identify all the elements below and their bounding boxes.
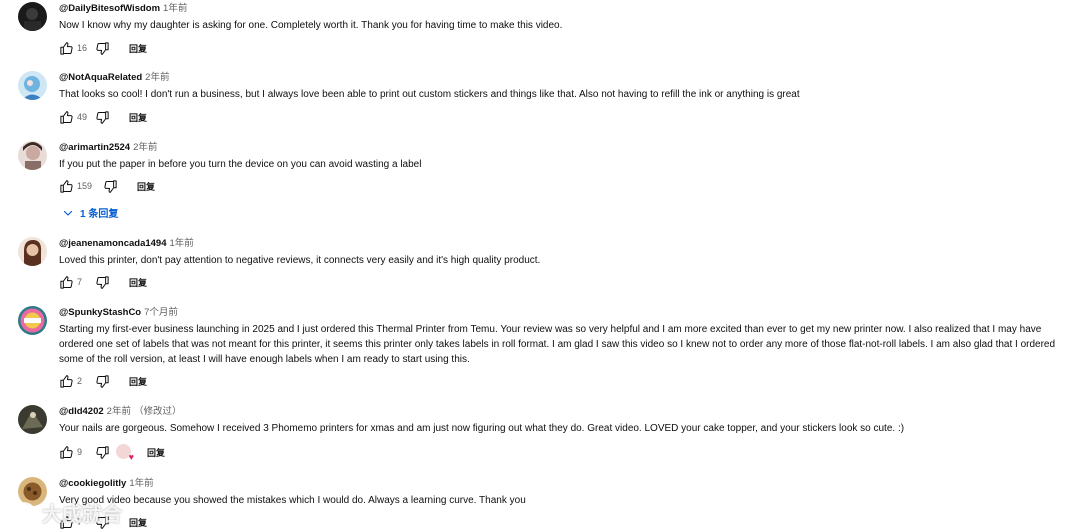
thumbs-up-icon[interactable] <box>59 179 74 194</box>
avatar[interactable] <box>18 141 47 170</box>
creator-heart-badge: ♥ <box>116 443 134 462</box>
comment-time[interactable]: 1年前 <box>129 478 153 489</box>
comment-time[interactable]: 7个月前 <box>144 307 178 318</box>
comment-author[interactable]: @arimartin2524 <box>59 142 130 153</box>
avatar[interactable] <box>18 405 47 434</box>
reply-button[interactable]: 回复 <box>129 276 147 289</box>
thumbs-down-icon[interactable] <box>95 41 110 56</box>
comment-time[interactable]: 2年前 <box>133 142 157 153</box>
edited-label: （修改过） <box>133 406 182 417</box>
like-count: 7 <box>77 277 83 287</box>
thumbs-down-icon[interactable] <box>95 110 110 125</box>
comment-text: Starting my first-ever business launchin… <box>59 324 1056 365</box>
avatar[interactable] <box>18 237 47 266</box>
thumbs-down-icon[interactable] <box>95 445 110 460</box>
comment-text: If you put the paper in before you turn … <box>59 159 422 170</box>
comment-time[interactable]: 2年前 <box>107 406 131 417</box>
replies-count: 1 条回复 <box>80 209 119 220</box>
reply-button[interactable]: 回复 <box>147 446 165 459</box>
reply-button[interactable]: 回复 <box>129 516 147 529</box>
reply-button[interactable]: 回复 <box>137 180 155 193</box>
like-count: 16 <box>77 43 88 53</box>
thumbs-up-icon[interactable] <box>59 110 74 125</box>
thumbs-up-icon[interactable] <box>59 515 74 530</box>
comment-time[interactable]: 2年前 <box>145 72 169 83</box>
comment-text: Your nails are gorgeous. Somehow I recei… <box>59 423 905 434</box>
thumbs-down-icon[interactable] <box>95 374 110 389</box>
thumbs-up-icon[interactable] <box>59 374 74 389</box>
comment-author[interactable]: @SpunkyStashCo <box>59 307 141 318</box>
thumbs-down-icon[interactable] <box>95 275 110 290</box>
chevron-down-icon <box>62 207 74 219</box>
thumbs-down-icon[interactable] <box>95 515 110 530</box>
comment-text: That looks so cool! I don't run a busine… <box>59 89 800 100</box>
comment-author[interactable]: @DailyBitesofWisdom <box>59 3 160 14</box>
avatar[interactable] <box>18 477 47 506</box>
like-count: 159 <box>77 181 93 191</box>
like-count: 9 <box>77 447 83 457</box>
reply-button[interactable]: 回复 <box>129 375 147 388</box>
comment-author[interactable]: @dld4202 <box>59 406 104 417</box>
reply-button[interactable]: 回复 <box>129 111 147 124</box>
comment-text: Very good video because you showed the m… <box>59 495 526 506</box>
avatar[interactable] <box>18 2 47 31</box>
comment-author[interactable]: @cookiegolitly <box>59 478 126 489</box>
like-count: 49 <box>77 112 88 122</box>
like-count: 2 <box>77 376 83 386</box>
thumbs-up-icon[interactable] <box>59 275 74 290</box>
comment-author[interactable]: @NotAquaRelated <box>59 72 142 83</box>
avatar[interactable] <box>18 306 47 335</box>
avatar[interactable] <box>18 71 47 100</box>
thumbs-up-icon[interactable] <box>59 41 74 56</box>
like-count: 7 <box>77 517 83 527</box>
comment-author[interactable]: @jeanenamoncada1494 <box>59 238 166 249</box>
comment-text: Now I know why my daughter is asking for… <box>59 20 563 31</box>
comment-time[interactable]: 1年前 <box>169 238 193 249</box>
thumbs-up-icon[interactable] <box>59 445 74 460</box>
show-replies-button[interactable]: 1 条回复 <box>62 205 118 220</box>
comment-text: Loved this printer, don't pay attention … <box>59 255 541 266</box>
thumbs-down-icon[interactable] <box>103 179 118 194</box>
heart-icon: ♥ <box>128 451 134 462</box>
reply-button[interactable]: 回复 <box>129 42 147 55</box>
comment-time[interactable]: 1年前 <box>163 3 187 14</box>
